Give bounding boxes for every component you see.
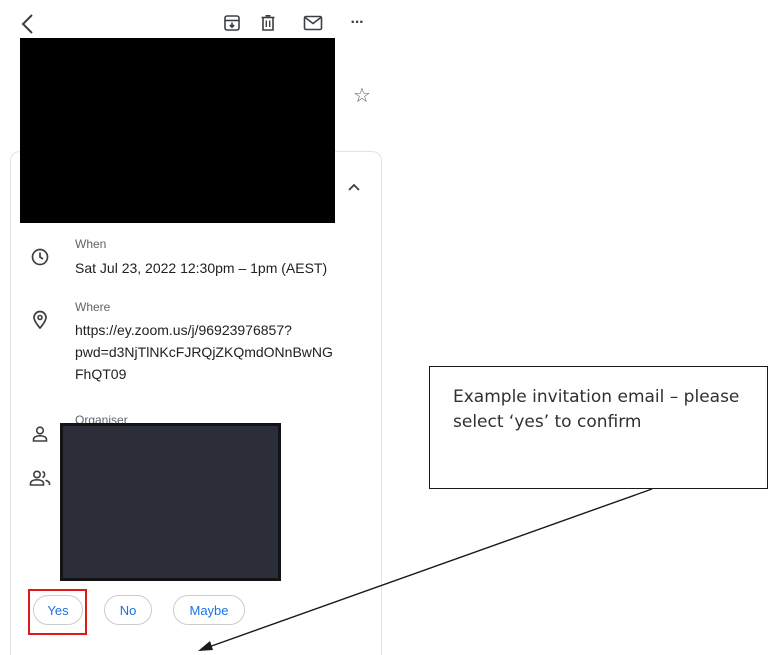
delete-button[interactable] <box>255 10 281 36</box>
callout-text: Example invitation email – please select… <box>453 387 740 432</box>
organiser-label: Organiser <box>75 413 128 423</box>
where-link-line-1[interactable]: https://ey.zoom.us/j/96923976857? <box>75 320 292 341</box>
chevron-up-icon <box>348 183 360 191</box>
where-label: Where <box>75 300 111 314</box>
archive-icon <box>224 15 240 31</box>
archive-button[interactable] <box>219 10 245 36</box>
star-button[interactable]: ☆ <box>350 84 374 108</box>
back-button[interactable] <box>16 12 40 36</box>
yes-highlight-box <box>28 589 87 635</box>
more-horizontal-icon: ··· <box>350 14 365 31</box>
where-link-line-2[interactable]: pwd=d3NjTlNKcFJRQjZKQmdONnBwNG <box>75 342 333 363</box>
more-options-button[interactable]: ··· <box>343 10 371 36</box>
rsvp-maybe-button[interactable]: Maybe <box>173 595 245 625</box>
clock-icon <box>29 246 51 268</box>
where-link-line-3[interactable]: FhQT09 <box>75 364 126 385</box>
location-pin-icon <box>29 309 51 331</box>
when-label: When <box>75 237 107 251</box>
collapse-button[interactable] <box>342 177 366 197</box>
instruction-callout: Example invitation email – please select… <box>429 366 768 489</box>
trash-icon <box>261 14 275 31</box>
mark-unread-button[interactable] <box>299 10 327 36</box>
redacted-guests <box>60 423 281 581</box>
redacted-subject <box>20 38 335 223</box>
chevron-left-icon <box>21 14 33 34</box>
people-icon <box>29 467 51 489</box>
rsvp-no-button[interactable]: No <box>104 595 152 625</box>
person-icon <box>29 423 51 445</box>
when-value: Sat Jul 23, 2022 12:30pm – 1pm (AEST) <box>75 260 328 276</box>
star-icon: ☆ <box>353 85 371 107</box>
mail-icon <box>303 15 323 31</box>
